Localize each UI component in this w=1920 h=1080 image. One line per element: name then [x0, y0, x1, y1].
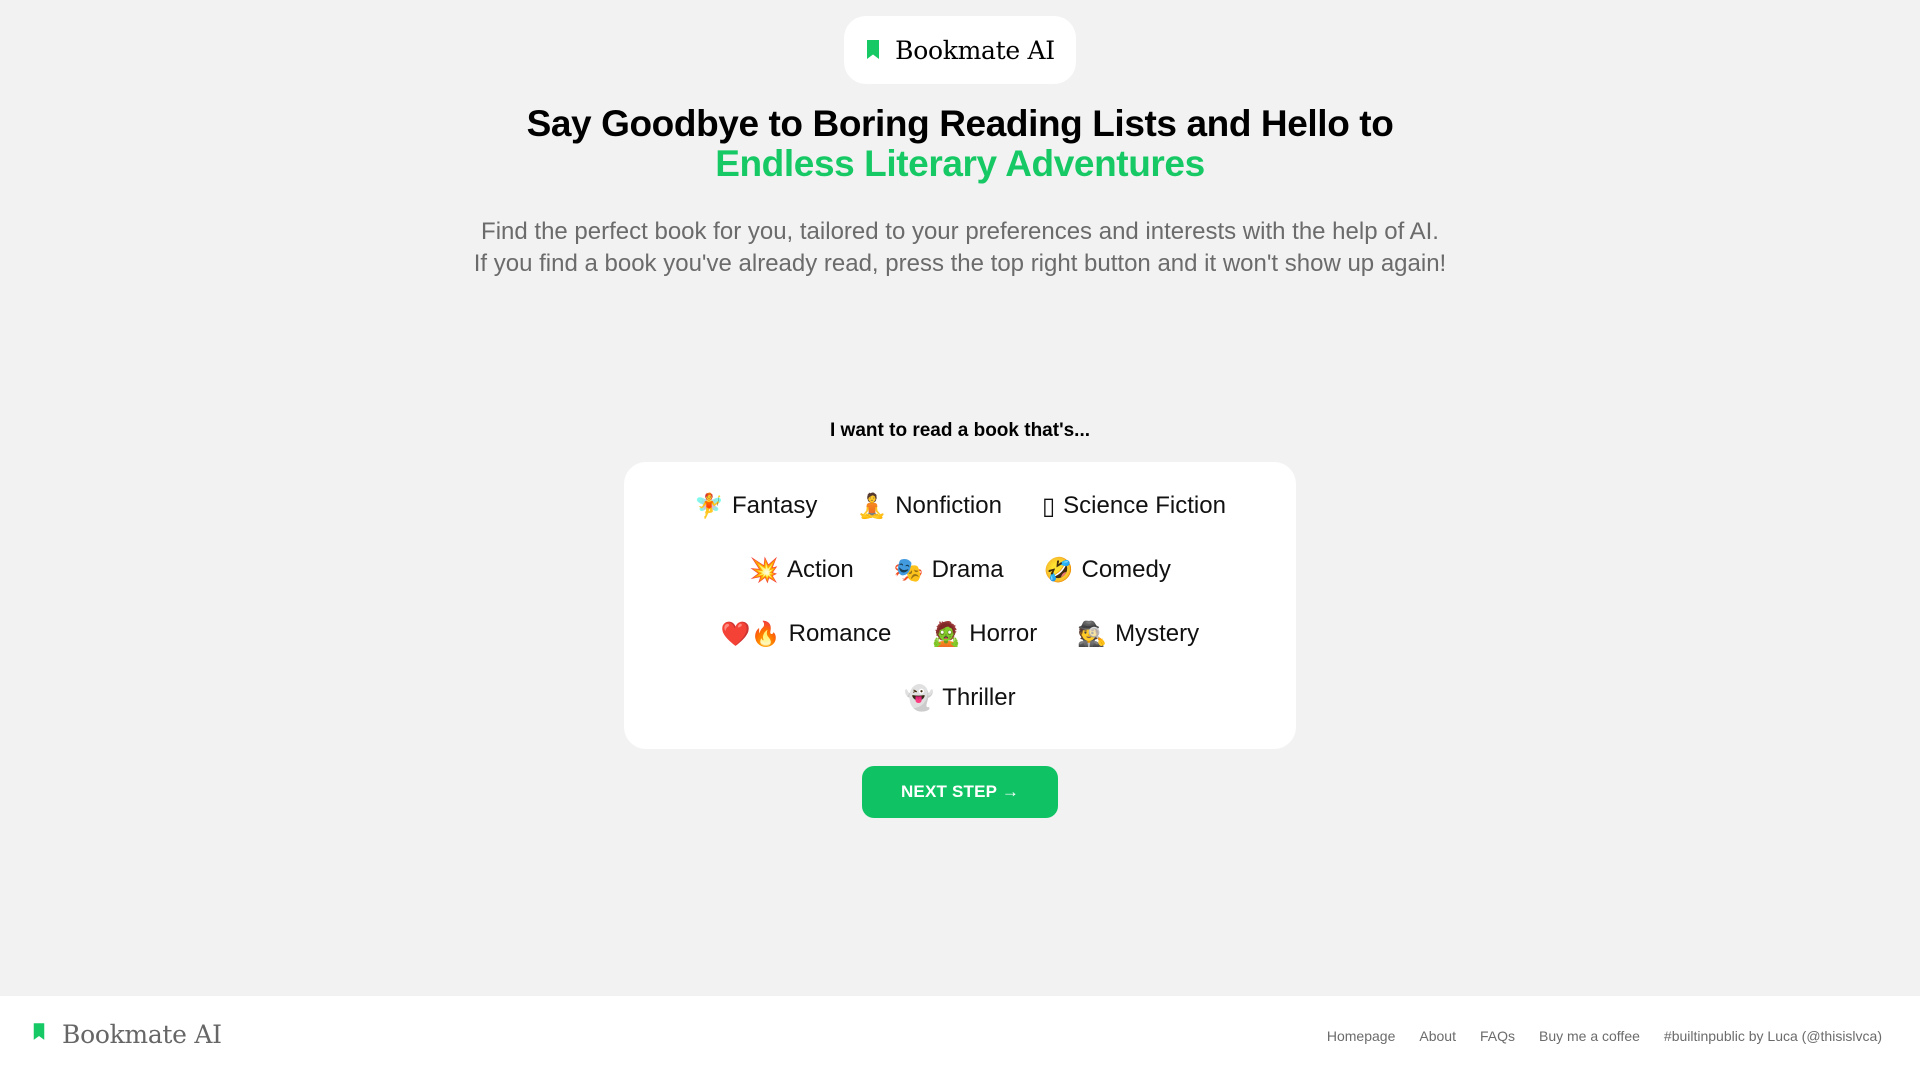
collision-icon: 💥	[749, 556, 779, 584]
genre-option-comedy[interactable]: 🤣 Comedy	[1044, 556, 1171, 584]
footer-link-faqs[interactable]: FAQs	[1480, 1028, 1515, 1044]
page-headline: Say Goodbye to Boring Reading Lists and …	[460, 104, 1460, 184]
genre-option-mystery[interactable]: 🕵 Mystery	[1077, 620, 1199, 648]
genre-row: ❤️🔥 Romance 🧟 Horror 🕵 Mystery	[624, 614, 1296, 654]
meditation-icon: 🧘	[857, 492, 888, 520]
theater-masks-icon: 🎭	[893, 556, 924, 584]
missing-glyph-icon: ▯	[1041, 492, 1056, 520]
zombie-icon: 🧟	[931, 620, 962, 648]
heart-on-fire-icon: ❤️🔥	[720, 620, 781, 648]
genre-option-science-fiction[interactable]: ▯ Science Fiction	[1042, 492, 1226, 520]
bookmark-icon	[32, 1022, 46, 1047]
page: Bookmate AI Say Goodbye to Boring Readin…	[0, 0, 1920, 1080]
detective-icon: 🕵	[1077, 620, 1108, 648]
genre-option-drama[interactable]: 🎭 Drama	[894, 556, 1004, 584]
laughing-face-icon: 🤣	[1043, 556, 1074, 584]
brand-name: Bookmate AI	[895, 35, 1055, 65]
footer-brand-name: Bookmate AI	[62, 1020, 222, 1049]
genre-option-nonfiction[interactable]: 🧘 Nonfiction	[857, 492, 1002, 520]
headline-plain: Say Goodbye to Boring Reading Lists and …	[526, 103, 1394, 144]
footer-link-homepage[interactable]: Homepage	[1327, 1028, 1396, 1044]
genre-option-fantasy[interactable]: 🧚 Fantasy	[694, 492, 817, 520]
subtitle-line-2: If you find a book you've already read, …	[473, 250, 1447, 277]
genre-label: Fantasy	[731, 492, 818, 519]
next-step-button[interactable]: NEXT STEP →	[862, 766, 1058, 818]
genre-row: 🧚 Fantasy 🧘 Nonfiction ▯ Science Fiction	[624, 486, 1296, 526]
footer: Bookmate AI Homepage About FAQs Buy me a…	[0, 996, 1920, 1080]
footer-link-buy-coffee[interactable]: Buy me a coffee	[1539, 1028, 1640, 1044]
footer-brand[interactable]: Bookmate AI	[32, 1020, 222, 1049]
headline-accent: Endless Literary Adventures	[715, 143, 1205, 184]
genre-row: 👻 Thriller	[624, 678, 1296, 718]
genre-label: Science Fiction	[1063, 492, 1226, 519]
footer-link-builtinpublic[interactable]: #builtinpublic by Luca (@thisislvca)	[1664, 1028, 1882, 1044]
genre-label: Drama	[931, 556, 1004, 583]
genre-question: I want to read a book that's...	[830, 420, 1090, 441]
genre-label: Action	[787, 556, 854, 583]
genre-label: Mystery	[1115, 620, 1200, 647]
subtitle-line-1: Find the perfect book for you, tailored …	[481, 218, 1439, 245]
genre-option-horror[interactable]: 🧟 Horror	[931, 620, 1037, 648]
genre-selector-card: 🧚 Fantasy 🧘 Nonfiction ▯ Science Fiction…	[624, 462, 1296, 749]
genre-option-action[interactable]: 💥 Action	[749, 556, 854, 584]
bookmark-icon	[865, 39, 881, 61]
genre-option-thriller[interactable]: 👻 Thriller	[904, 684, 1015, 712]
ghost-icon: 👻	[904, 684, 935, 712]
genre-label: Thriller	[942, 684, 1016, 711]
footer-link-about[interactable]: About	[1419, 1028, 1456, 1044]
genre-option-romance[interactable]: ❤️🔥 Romance	[721, 620, 891, 648]
genre-label: Nonfiction	[895, 492, 1002, 519]
page-subtitle: Find the perfect book for you, tailored …	[400, 216, 1520, 280]
fairy-icon: 🧚	[694, 492, 724, 520]
footer-nav: Homepage About FAQs Buy me a coffee #bui…	[1327, 1028, 1882, 1044]
genre-label: Romance	[788, 620, 892, 647]
header-brand-link[interactable]: Bookmate AI	[844, 16, 1076, 84]
genre-label: Comedy	[1081, 556, 1171, 583]
genre-row: 💥 Action 🎭 Drama 🤣 Comedy	[624, 550, 1296, 590]
genre-label: Horror	[969, 620, 1038, 647]
